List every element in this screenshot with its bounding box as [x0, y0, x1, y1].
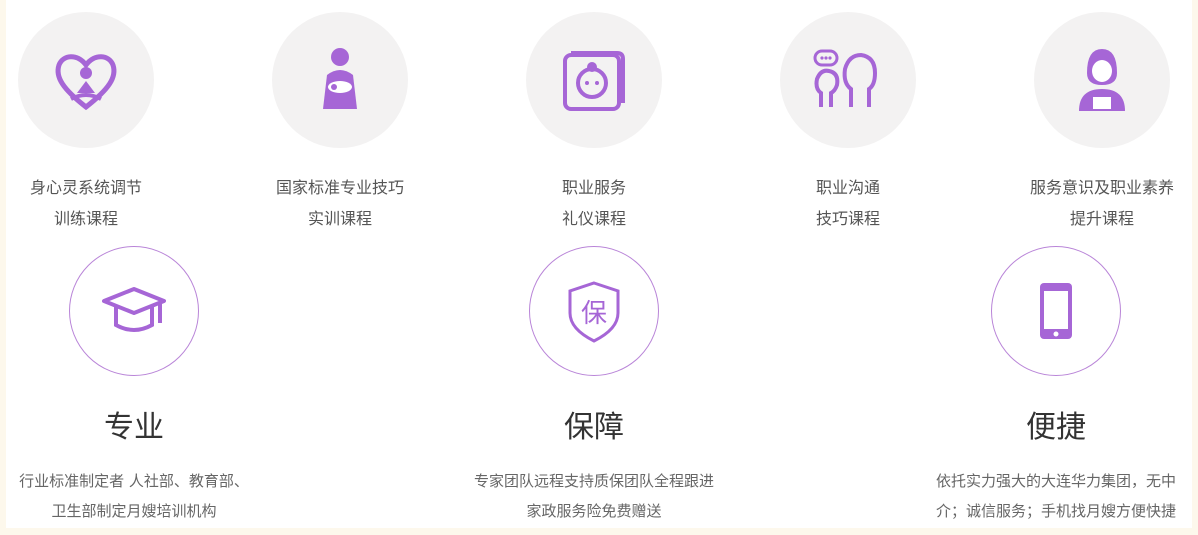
course-icon-circle — [1034, 12, 1170, 148]
graduation-cap-icon — [102, 287, 166, 332]
meditation-heart-icon — [55, 54, 117, 111]
course-label-line1: 服务意识及职业素养 — [1029, 178, 1174, 197]
guarantee-shield-icon: 保 — [568, 281, 620, 343]
feature-description: 专家团队远程支持质保团队全程跟进 家政服务险免费赠送 — [444, 466, 744, 526]
feature-description: 行业标准制定者 人社部、教育部、 卫生部制定月嫂培训机构 — [0, 466, 284, 526]
mother-baby-icon — [323, 48, 357, 109]
baby-photo-icon — [563, 51, 625, 111]
feature-description-line2: 家政服务险免费赠送 — [526, 502, 662, 520]
feature-title: 保障 — [564, 410, 624, 445]
course-icon-circle — [526, 12, 662, 148]
feature-title: 便捷 — [1026, 410, 1086, 445]
shield-glyph: 保 — [581, 299, 607, 329]
feature-icon-ring — [991, 246, 1121, 376]
course-icon-circle — [272, 12, 408, 148]
course-label: 身心灵系统调节 训练课程 — [0, 172, 186, 234]
mobile-phone-icon — [1040, 283, 1072, 339]
course-label-line2: 训练课程 — [53, 209, 118, 228]
course-label: 服务意识及职业素养 提升课程 — [1002, 172, 1198, 234]
feature-description-line1: 依托实力强大的大连华力集团，无中 — [935, 472, 1176, 490]
course-item-national-standard[interactable]: 国家标准专业技巧 实训课程 — [240, 12, 440, 234]
course-item-service-awareness[interactable]: 服务意识及职业素养 提升课程 — [1002, 12, 1198, 234]
course-item-mind-body[interactable]: 身心灵系统调节 训练课程 — [0, 12, 186, 234]
course-label-line1: 职业服务 — [561, 178, 626, 197]
course-label-line2: 礼仪课程 — [561, 209, 626, 228]
feature-professional: 专业 行业标准制定者 人社部、教育部、 卫生部制定月嫂培训机构 — [0, 246, 284, 526]
feature-description-line1: 行业标准制定者 人社部、教育部、 — [19, 472, 249, 490]
feature-description-line1: 专家团队远程支持质保团队全程跟进 — [473, 472, 714, 490]
course-label-line1: 职业沟通 — [815, 178, 880, 197]
course-label: 职业服务 礼仪课程 — [494, 172, 694, 234]
course-label-line2: 技巧课程 — [815, 209, 880, 228]
feature-description-line2: 介；诚信服务；手机找月嫂方便快捷 — [935, 502, 1176, 520]
course-item-communication[interactable]: 职业沟通 技巧课程 — [748, 12, 948, 234]
feature-icon-ring — [69, 246, 199, 376]
course-label: 国家标准专业技巧 实训课程 — [240, 172, 440, 234]
course-label-line2: 实训课程 — [307, 209, 372, 228]
course-label: 职业沟通 技巧课程 — [748, 172, 948, 234]
nanny-woman-icon — [1079, 49, 1125, 111]
course-icon-circle — [780, 12, 916, 148]
course-label-line1: 身心灵系统调节 — [29, 178, 142, 197]
course-item-service-etiquette[interactable]: 职业服务 礼仪课程 — [494, 12, 694, 234]
feature-description-line2: 卫生部制定月嫂培训机构 — [51, 502, 217, 520]
communication-people-icon — [813, 49, 878, 107]
feature-guarantee: 保 保障 专家团队远程支持质保团队全程跟进 家政服务险免费赠送 — [444, 246, 744, 526]
course-label-line1: 国家标准专业技巧 — [275, 178, 404, 197]
feature-title: 专业 — [104, 410, 164, 445]
course-label-line2: 提升课程 — [1069, 209, 1134, 228]
feature-description: 依托实力强大的大连华力集团，无中 介；诚信服务；手机找月嫂方便快捷 — [906, 466, 1198, 526]
feature-convenient: 便捷 依托实力强大的大连华力集团，无中 介；诚信服务；手机找月嫂方便快捷 — [906, 246, 1198, 526]
feature-icon-ring: 保 — [529, 246, 659, 376]
course-icon-circle — [18, 12, 154, 148]
